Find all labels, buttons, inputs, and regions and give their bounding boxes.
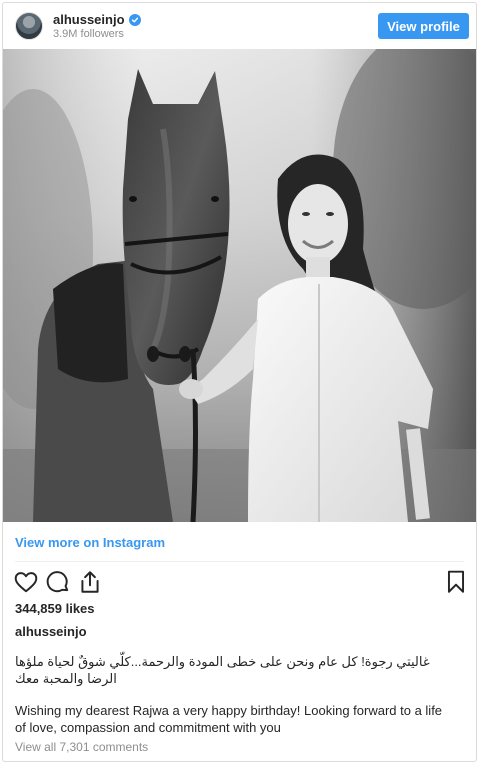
divider xyxy=(15,561,464,562)
likes-count[interactable]: 344,859 likes xyxy=(15,601,95,616)
instagram-embed-card: alhusseinjo 3.9M followers View profile xyxy=(2,2,477,762)
post-header: alhusseinjo 3.9M followers View profile xyxy=(3,3,476,49)
post-photo[interactable] xyxy=(3,49,476,522)
username-row: alhusseinjo xyxy=(53,12,141,27)
caption-username[interactable]: alhusseinjo xyxy=(15,624,87,639)
caption-arabic: غاليتي رجوة! كل عام ونحن على خطى المودة … xyxy=(15,654,430,686)
view-all-comments-link[interactable]: View all 7,301 comments xyxy=(15,740,148,754)
share-icon[interactable] xyxy=(77,569,103,595)
comment-icon[interactable] xyxy=(45,569,71,595)
caption-english: Wishing my dearest Rajwa a very happy bi… xyxy=(15,703,443,735)
view-more-link[interactable]: View more on Instagram xyxy=(15,535,165,550)
verified-badge-icon xyxy=(128,13,141,26)
followers-count: 3.9M followers xyxy=(53,28,124,40)
heart-icon[interactable] xyxy=(13,569,39,595)
avatar[interactable] xyxy=(15,12,43,40)
username[interactable]: alhusseinjo xyxy=(53,12,125,27)
view-profile-button[interactable]: View profile xyxy=(378,13,469,39)
bookmark-icon[interactable] xyxy=(443,569,469,595)
post-actions xyxy=(3,569,476,597)
